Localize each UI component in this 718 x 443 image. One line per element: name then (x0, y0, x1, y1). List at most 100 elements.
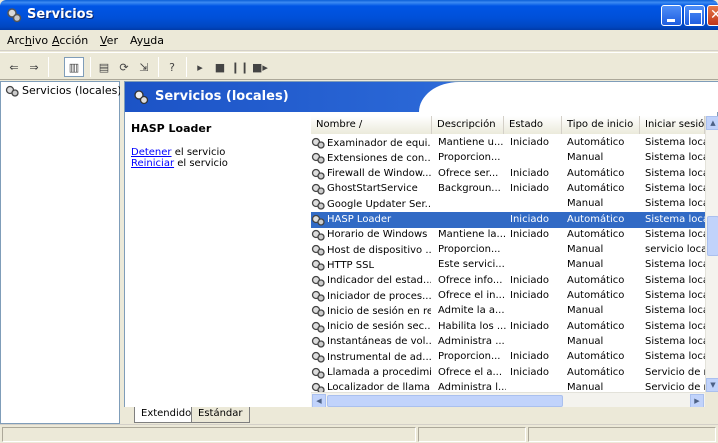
tab-estandar[interactable]: Estándar (191, 407, 250, 423)
scroll-right-arrow[interactable]: ▶ (690, 394, 704, 408)
toolbar-separator (158, 57, 159, 77)
table-row[interactable]: Horario de Windows Mantiene la... Iniciado… (311, 227, 707, 243)
pause-service-icon[interactable]: ❙❙ (230, 57, 250, 77)
service-name-cell: Inicio de sesión sec... (311, 321, 431, 333)
status-segment (528, 427, 716, 442)
service-startup-type-cell: Automático (567, 366, 625, 378)
table-row[interactable]: HTTP SSL Este servici... Manual Sistema loc… (311, 257, 707, 273)
menu-archivo[interactable]: Archivo (7, 34, 48, 47)
table-row[interactable]: Instantáneas de vol... Administra ... Manu… (311, 334, 707, 350)
service-description-cell: Proporcion... (438, 152, 501, 164)
service-name-cell: Examinador de equi... (311, 137, 431, 149)
table-row[interactable]: Iniciador de proces... Ofrece el in... Ini… (311, 288, 707, 304)
maximize-button[interactable] (684, 5, 705, 26)
restart-service-link[interactable]: Reiniciar (131, 158, 174, 169)
services-gear-icon (5, 85, 19, 97)
service-name-cell: HTTP SSL (311, 259, 431, 272)
service-description-cell: Ofrece ser... (438, 167, 499, 179)
column-estado[interactable]: Estado (504, 116, 562, 134)
menu-accion[interactable]: Acción (52, 34, 88, 47)
table-row[interactable]: Google Updater Ser... Manual Sistema local (311, 196, 707, 212)
scroll-left-arrow[interactable]: ◀ (312, 394, 326, 408)
scroll-up-arrow[interactable]: ▲ (706, 116, 718, 130)
service-status-cell: Iniciado (510, 351, 549, 363)
menu-ayuda[interactable]: Ayuda (130, 34, 164, 47)
console-tree-icon[interactable]: ▥ (64, 57, 84, 77)
vertical-scroll-thumb[interactable] (707, 216, 718, 256)
service-name: Iniciador de proces... (327, 290, 431, 302)
service-logon-cell: Sistema local (645, 137, 707, 148)
service-description-cell: Ofrece el a... (438, 366, 503, 378)
service-status-cell: Iniciado (510, 167, 549, 179)
table-row[interactable]: Host de dispositivo ... Proporcion... Manu… (311, 242, 707, 258)
close-button[interactable] (707, 5, 718, 26)
service-name-cell: Firewall de Window... (311, 168, 431, 180)
column-tipo-inicio[interactable]: Tipo de inicio (562, 116, 640, 134)
service-description-cell: Habilita los ... (438, 320, 506, 332)
services-list[interactable]: Nombre / Descripción Estado Tipo de inic… (311, 116, 718, 408)
status-bar (0, 424, 718, 443)
service-description-cell: Administra ... (438, 335, 505, 347)
menu-ver[interactable]: Ver (100, 34, 118, 47)
service-startup-type-cell: Automático (567, 137, 625, 148)
scroll-down-arrow[interactable]: ▼ (706, 378, 718, 392)
stop-service-icon[interactable]: ■ (210, 57, 230, 77)
service-description-cell: Admite la a... (438, 305, 505, 317)
table-row[interactable]: HASP Loader Iniciado Automático Sistema loc… (311, 211, 707, 228)
restart-service-icon[interactable]: ■▸ (250, 57, 270, 77)
title-bar[interactable]: Servicios (0, 0, 718, 30)
table-row[interactable]: Inicio de sesión sec... Habilita los ... I… (311, 319, 707, 335)
services-gear-icon (7, 8, 22, 23)
column-descripcion[interactable]: Descripción (432, 116, 504, 134)
tree-item-servicios-locales[interactable]: Servicios (locales) (5, 84, 122, 97)
menu-bar: Archivo Acción Ver Ayuda (0, 30, 718, 51)
service-gear-icon (311, 306, 325, 317)
tab-extendido[interactable]: Extendido (134, 407, 199, 423)
service-name-cell: Instantáneas de vol... (311, 336, 431, 348)
table-row[interactable]: Indicador del estad... Ofrece info... Inic… (311, 273, 707, 289)
vertical-scrollbar[interactable]: ▲ ▼ (705, 116, 718, 392)
pane-title: Servicios (locales) (155, 89, 289, 104)
service-description-cell: Ofrece el in... (438, 290, 506, 301)
services-pane: Servicios (locales) HASP Loader Detener … (124, 81, 718, 424)
services-gear-icon (134, 90, 149, 105)
service-logon-cell: Servicio de red (645, 366, 707, 378)
table-row[interactable]: Llamada a procedimi... Ofrece el a... Inic… (311, 365, 707, 381)
service-startup-type-cell: Automático (567, 228, 625, 240)
service-name-cell: Google Updater Ser... (311, 198, 431, 210)
service-description-cell: Proporcion... (438, 351, 501, 363)
service-status-cell: Iniciado (510, 228, 549, 240)
export-list-icon[interactable]: ⇲ (134, 57, 154, 77)
service-gear-icon (311, 367, 325, 379)
service-gear-icon (311, 183, 325, 195)
table-row[interactable]: Inicio de sesión en red Admite la a... Man… (311, 303, 707, 319)
refresh-icon[interactable]: ⟳ (114, 57, 134, 77)
service-startup-type-cell: Manual (567, 152, 604, 164)
toolbar: ⇐ ⇒ ▥ ▤ ⟳ ⇲ ? ▸ ■ ❙❙ ■▸ (0, 52, 718, 80)
table-row[interactable]: Examinador de equi... Mantiene u... Inicia… (311, 135, 707, 151)
column-iniciar-sesion[interactable]: Iniciar sesión c (640, 116, 705, 134)
service-status-cell: Iniciado (510, 320, 549, 332)
service-gear-icon (311, 153, 325, 164)
service-startup-type-cell: Automático (567, 167, 625, 179)
service-description-cell: Backgroun... (438, 182, 501, 194)
service-description-cell: Mantiene u... (438, 137, 504, 148)
status-segment (2, 427, 416, 442)
stop-service-link[interactable]: Detener (131, 147, 172, 158)
service-name: Indicador del estad... (327, 275, 431, 287)
table-row[interactable]: Extensiones de con... Proporcion... Manual… (311, 150, 707, 166)
table-row[interactable]: GhostStartService Backgroun... Iniciado Aut… (311, 181, 707, 197)
column-nombre[interactable]: Nombre / (311, 116, 432, 134)
back-arrow-icon[interactable]: ⇐ (4, 57, 24, 77)
table-row[interactable]: Firewall de Window... Ofrece ser... Inicia… (311, 166, 707, 182)
forward-arrow-icon[interactable]: ⇒ (24, 57, 44, 77)
help-icon[interactable]: ? (162, 57, 182, 77)
service-status-cell: Iniciado (510, 137, 549, 148)
table-row[interactable]: Instrumental de ad... Proporcion... Inicia… (311, 349, 707, 365)
start-service-icon[interactable]: ▸ (190, 57, 210, 77)
service-gear-icon (311, 214, 325, 226)
properties-icon[interactable]: ▤ (94, 57, 114, 77)
horizontal-scroll-thumb[interactable] (327, 395, 563, 407)
minimize-button[interactable] (661, 5, 682, 26)
horizontal-scrollbar[interactable]: ◀ ▶ (311, 392, 705, 408)
